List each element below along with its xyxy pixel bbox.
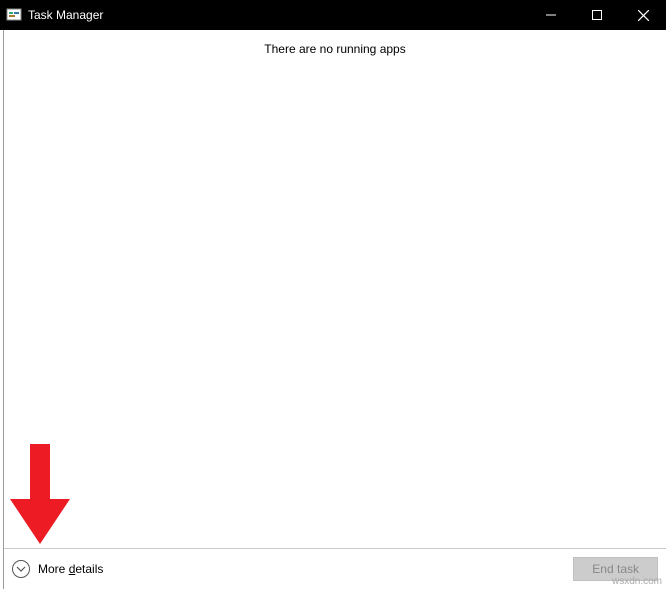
chevron-down-icon <box>12 560 30 578</box>
watermark: wsxdn.com <box>612 576 662 587</box>
more-details-button[interactable]: More details <box>12 560 103 578</box>
minimize-button[interactable] <box>528 0 574 30</box>
app-icon <box>6 7 22 23</box>
content-area: There are no running apps More details E… <box>3 30 666 589</box>
footer: More details End task <box>4 549 666 589</box>
window-title: Task Manager <box>28 8 528 22</box>
close-button[interactable] <box>620 0 666 30</box>
titlebar: Task Manager <box>0 0 666 30</box>
annotation-arrow-icon <box>10 444 70 544</box>
maximize-button[interactable] <box>574 0 620 30</box>
more-details-label: More details <box>38 562 103 576</box>
window-controls <box>528 0 666 30</box>
empty-state-message: There are no running apps <box>4 30 666 56</box>
